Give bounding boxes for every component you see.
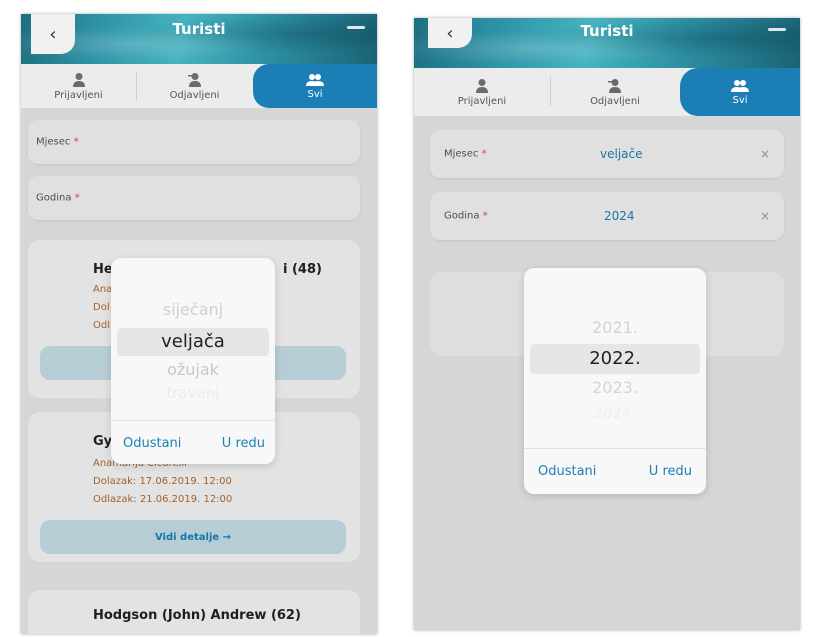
tab-bar: Prijavljeni Odjavljeni Svi	[21, 64, 377, 108]
tab-odjavljeni[interactable]: Odjavljeni	[551, 68, 679, 116]
tab-odjavljeni[interactable]: Odjavljeni	[137, 64, 252, 108]
picker-divider	[524, 448, 706, 449]
page-title: Turisti	[580, 22, 634, 40]
users-icon	[306, 73, 324, 86]
content-area: Mjesec * veljače × Godina * 2024 × 2021.…	[414, 116, 800, 630]
tab-prijavljeni[interactable]: Prijavljeni	[21, 64, 136, 108]
user-icon	[476, 78, 488, 93]
tab-label: Odjavljeni	[590, 95, 640, 107]
picker-actions: Odustani U redu	[524, 464, 706, 479]
picker-divider	[111, 420, 275, 421]
tab-label: Prijavljeni	[54, 89, 103, 101]
phone-screen-left: ‹ Turisti Prijavljeni Odjavljeni Svi Mje…	[21, 14, 377, 634]
picker-option[interactable]: travanj	[111, 384, 275, 402]
cancel-button[interactable]: Odustani	[123, 436, 181, 451]
user-minus-icon	[608, 78, 621, 93]
phone-screen-right: ‹ Turisti Prijavljeni Odjavljeni Svi Mje…	[414, 18, 800, 630]
picker-option[interactable]: 2023.	[524, 378, 706, 397]
tab-svi[interactable]: Svi	[253, 64, 377, 108]
picker-option[interactable]: ožujak	[111, 360, 275, 379]
tab-label: Odjavljeni	[169, 89, 220, 101]
picker-option-selected[interactable]: veljača	[111, 331, 275, 352]
month-picker: siječanj veljača ožujak travanj Odustani…	[111, 258, 275, 464]
tab-label: Prijavljeni	[457, 95, 507, 107]
content-area: Mjesec * Godina * He i (48) Ana Dol Odl …	[21, 108, 377, 634]
year-picker: 2021. 2022. 2023. 2024. Odustani U redu	[524, 268, 706, 494]
picker-option[interactable]: 2021.	[524, 318, 706, 337]
picker-option[interactable]: siječanj	[111, 300, 275, 319]
menu-icon[interactable]	[768, 28, 786, 31]
users-icon	[731, 79, 749, 92]
tab-bar: Prijavljeni Odjavljeni Svi	[414, 68, 800, 116]
cancel-button[interactable]: Odustani	[538, 464, 596, 479]
tab-label: Svi	[307, 88, 323, 100]
user-minus-icon	[187, 72, 201, 87]
tab-label: Svi	[732, 94, 748, 106]
picker-option-selected[interactable]: 2022.	[524, 348, 706, 369]
page-title: Turisti	[172, 20, 226, 38]
header: ‹ Turisti	[414, 18, 800, 68]
ok-button[interactable]: U redu	[222, 436, 265, 451]
tab-svi[interactable]: Svi	[680, 68, 800, 116]
picker-actions: Odustani U redu	[111, 436, 275, 451]
user-icon	[72, 72, 85, 87]
menu-icon[interactable]	[347, 26, 365, 29]
header: ‹ Turisti	[21, 14, 377, 64]
picker-option[interactable]: 2024.	[524, 404, 706, 422]
tab-prijavljeni[interactable]: Prijavljeni	[414, 68, 550, 116]
ok-button[interactable]: U redu	[649, 464, 692, 479]
